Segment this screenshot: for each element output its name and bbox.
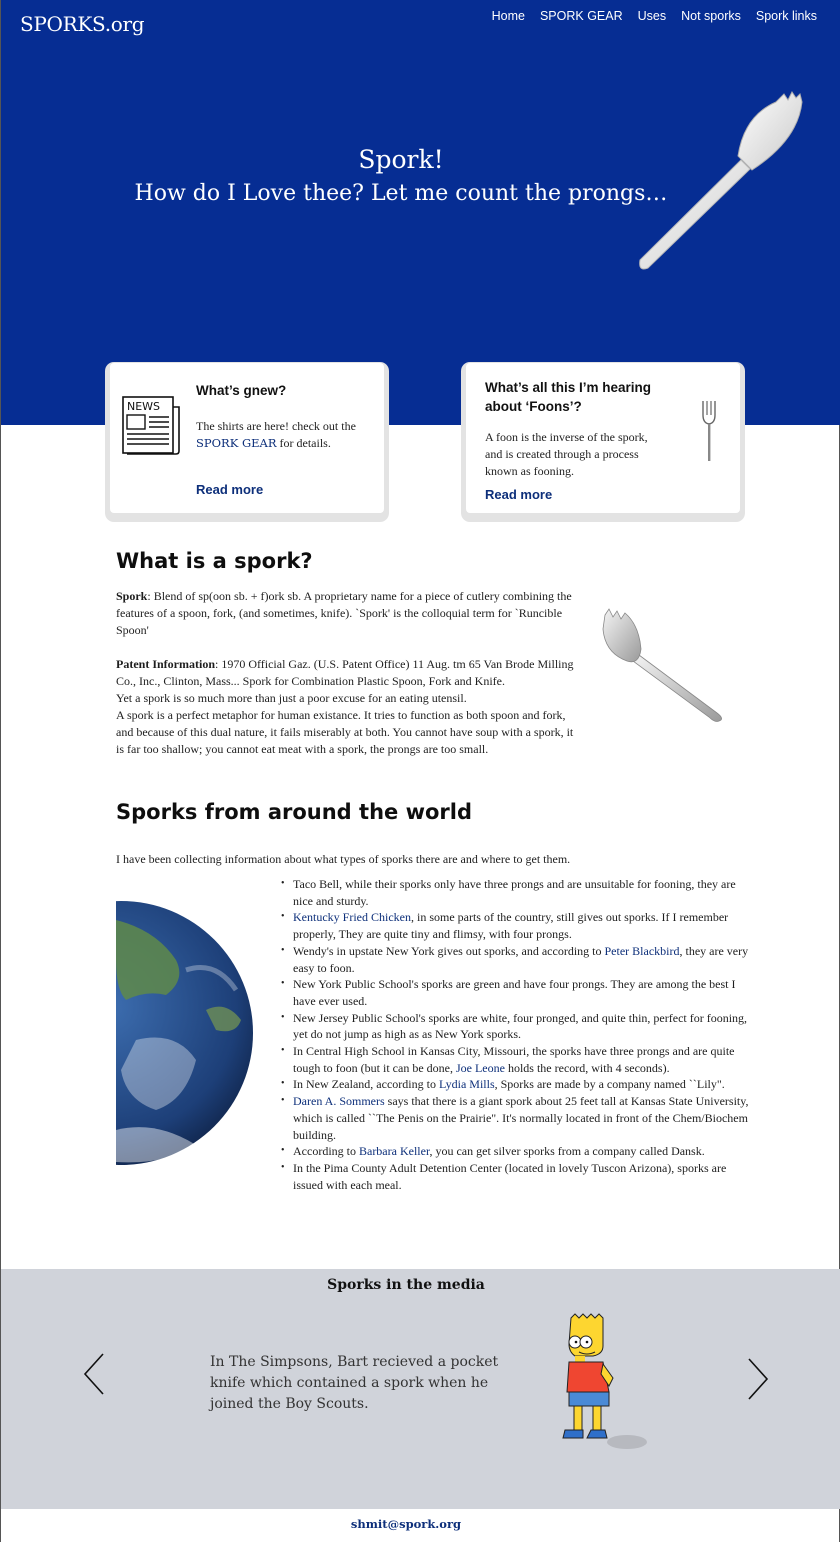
list-item: In New Zealand, according to Lydia Mills… [281,1076,755,1093]
nav-not-sporks[interactable]: Not sporks [681,9,741,23]
nav-spork-links[interactable]: Spork links [756,9,817,23]
definition-paragraph: Spork: Blend of sp(oon sb. + f)ork sb. A… [116,589,572,637]
list-item: Kentucky Fried Chicken, in some parts of… [281,909,755,942]
chevron-left-icon[interactable] [82,1352,106,1396]
patent-paragraph: Patent Information: 1970 Official Gaz. (… [116,657,574,756]
svg-text:NEWS: NEWS [127,400,160,413]
hero-banner: SPORKS.org Home SPORK GEAR Uses Not spor… [1,0,840,425]
list-item: Wendy's in upstate New York gives out sp… [281,943,755,976]
plastic-spork-image [639,91,803,270]
list-item: New Jersey Public School's sporks are wh… [281,1010,755,1043]
newspaper-icon: NEWS [122,396,180,455]
list-item: In Central High School in Kansas City, M… [281,1043,755,1076]
nav-uses[interactable]: Uses [638,9,666,23]
nav-spork-gear[interactable]: SPORK GEAR [540,9,623,23]
bart-simpson-image [562,1313,647,1449]
contact-email-link[interactable]: shmit@spork.org [1,1517,811,1531]
fork-icon [702,401,716,461]
media-carousel: Sporks in the media In The Simpsons, Bar… [1,1269,840,1509]
list-item: In the Pima County Adult Detention Cente… [281,1160,755,1193]
what-is-heading: What is a spork? [116,549,313,573]
media-title: Sporks in the media [327,1277,485,1293]
list-item: Daren A. Sommers says that there is a gi… [281,1093,755,1143]
read-more-link[interactable]: Read more [485,487,552,502]
list-item: According to Barbara Keller, you can get… [281,1143,755,1160]
daren-sommers-link[interactable]: Daren A. Sommers [293,1094,385,1108]
spork-gear-link[interactable]: SPORK GEAR [196,436,277,450]
list-item: Taco Bell, while their sporks only have … [281,876,755,909]
card-title: What’s gnew? [196,383,287,398]
site-logo[interactable]: SPORKS.org [20,12,145,36]
earth-image [116,900,256,1166]
barbara-keller-link[interactable]: Barbara Keller [359,1144,429,1158]
card-text: The shirts are here! check out the SPORK… [196,419,356,450]
foons-card: What’s all this I’m hearing about ‘Foons… [466,363,740,513]
world-list: Taco Bell, while their sporks only have … [281,876,755,1193]
world-intro: I have been collecting information about… [116,852,571,866]
chevron-right-icon[interactable] [746,1357,770,1401]
news-card: NEWS What’s gnew? The shirts are here! c… [110,363,384,513]
read-more-link[interactable]: Read more [196,482,263,497]
joe-leone-link[interactable]: Joe Leone [456,1061,505,1075]
metal-spork-image [602,608,722,722]
media-slide-text: In The Simpsons, Bart recieved a pocket … [210,1354,499,1412]
kfc-link[interactable]: Kentucky Fried Chicken [293,910,411,924]
main-nav: Home SPORK GEAR Uses Not sporks Spork li… [492,9,817,23]
card-title: What’s all this I’m hearing about ‘Foons… [485,380,652,414]
list-item: New York Public School's sporks are gree… [281,976,755,1009]
world-heading: Sporks from around the world [116,800,472,824]
nav-home[interactable]: Home [492,9,525,23]
card-text: A foon is the inverse of the spork, and … [485,430,648,478]
peter-blackbird-link[interactable]: Peter Blackbird [605,944,680,958]
lydia-mills-link[interactable]: Lydia Mills [439,1077,495,1091]
